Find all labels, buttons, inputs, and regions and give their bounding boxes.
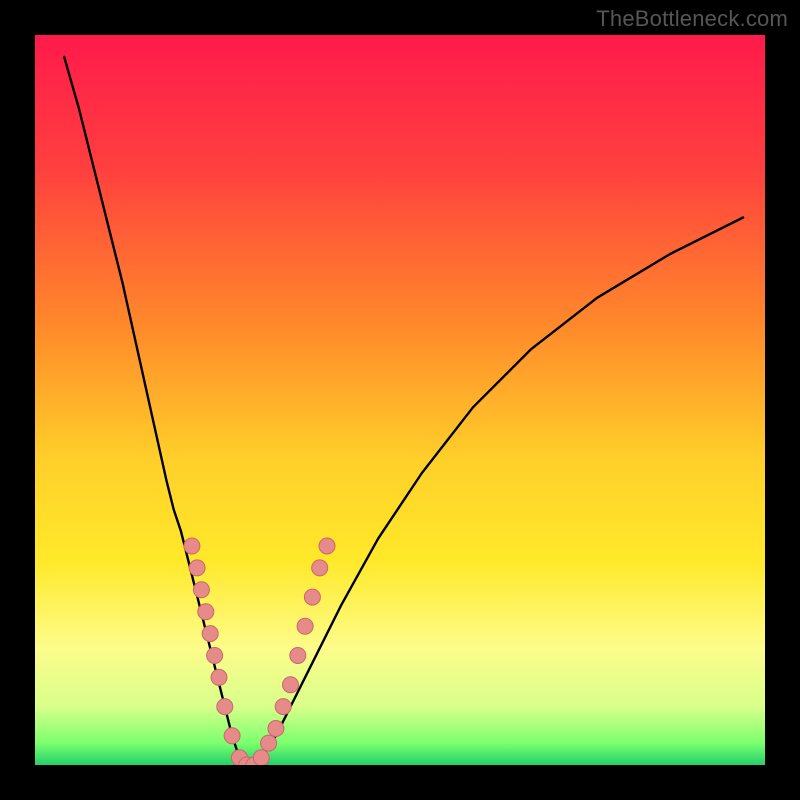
data-marker	[217, 699, 233, 715]
data-marker	[193, 582, 209, 598]
data-marker	[189, 560, 205, 576]
chart-frame: TheBottleneck.com	[0, 0, 800, 800]
data-marker	[297, 618, 313, 634]
data-marker	[202, 626, 218, 642]
data-marker	[224, 728, 240, 744]
data-marker	[207, 648, 223, 664]
data-marker	[211, 669, 227, 685]
plot-area	[35, 35, 765, 765]
bottleneck-curve	[64, 57, 743, 765]
data-marker	[184, 538, 200, 554]
data-marker	[319, 538, 335, 554]
data-marker	[261, 735, 277, 751]
data-marker	[198, 604, 214, 620]
data-marker	[312, 560, 328, 576]
data-marker	[283, 677, 299, 693]
data-marker	[290, 648, 306, 664]
watermark-text: TheBottleneck.com	[596, 6, 788, 32]
data-marker	[268, 721, 284, 737]
data-marker	[253, 750, 269, 765]
chart-svg	[35, 35, 765, 765]
data-marker	[275, 699, 291, 715]
data-marker	[304, 589, 320, 605]
